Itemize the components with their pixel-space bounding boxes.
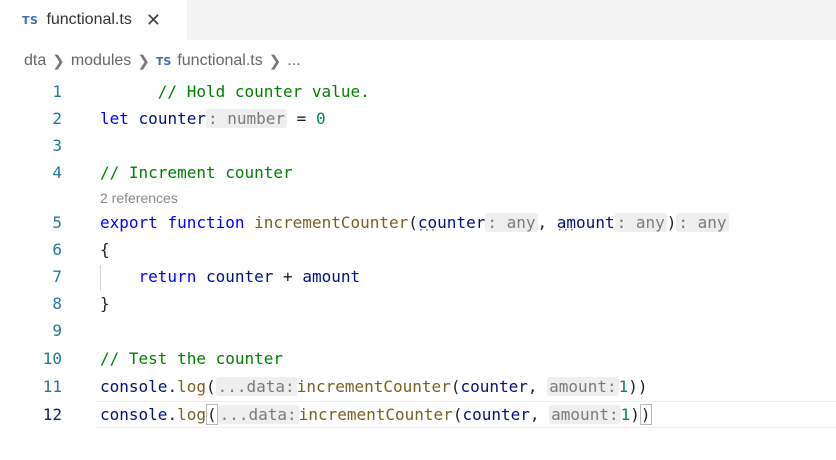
identifier: counter [138,109,206,128]
function-name: incrementCounter [254,213,409,232]
line-number: 7 [52,267,62,286]
parameter: counter [418,213,485,232]
tab-bar: TS functional.ts ✕ [0,0,836,40]
keyword: function [167,213,245,232]
line-number: 11 [42,377,62,396]
line-content: export function incrementCounter(counter… [100,213,729,232]
code-line[interactable]: 4 // Increment counter [0,159,836,186]
identifier: amount [302,267,361,286]
identifier: console [100,405,168,424]
code-line[interactable]: 5 export function incrementCounter(count… [0,209,836,236]
line-content: console.log(...data: incrementCounter(cou… [100,377,648,396]
code-line[interactable]: 2 let counter: number = 0 [0,105,836,132]
line-content: } [100,294,110,313]
line-number: 8 [52,294,62,313]
code-line[interactable]: 3 [0,132,836,159]
code-editor[interactable]: 1 // Hold counter value. 2 let counter: … [0,76,836,460]
line-number: 5 [52,213,62,232]
code-line[interactable]: 10 // Test the counter [0,345,836,372]
operator: = [287,109,316,128]
function-name: incrementCounter [298,405,453,424]
function-name: log [177,377,206,396]
close-icon[interactable]: ✕ [146,11,161,29]
codelens-references[interactable]: 2 references [100,190,178,206]
code-line[interactable]: 11 console.log(...data: incrementCounter(… [0,373,836,400]
line-number: 2 [52,109,62,128]
line-content: return counter + amount [100,267,361,286]
line-content: // Test the counter [100,349,283,368]
line-content: // Increment counter [100,163,293,182]
comment: // Test the counter [100,349,284,368]
line-number: 4 [52,163,62,182]
number-literal: 1 [620,405,631,424]
matched-bracket: ) [639,404,652,425]
line-content: let counter: number = 0 [100,109,326,128]
parameter-hint: amount: [549,405,621,424]
breadcrumb-item-dta[interactable]: dta [24,52,46,70]
comment: // Increment counter [100,163,293,182]
code-line[interactable]: 7 return counter + amount [0,263,836,290]
line-content: console.log(...data: incrementCounter(cou… [100,404,652,425]
tab-functional-ts[interactable]: TS functional.ts ✕ [0,0,187,40]
line-number: 1 [52,82,62,101]
matched-bracket: ( [205,404,218,425]
identifier: counter [205,267,274,286]
keyword: return [138,267,197,286]
return-type-hint: : any [676,213,729,232]
code-line[interactable]: 9 [0,317,836,344]
bracket: { [100,240,110,259]
parameter: amount [557,213,615,232]
function-name: incrementCounter [296,377,451,396]
type-hint: : any [614,213,667,232]
code-line[interactable]: 8 } [0,290,836,317]
identifier: counter [462,405,530,424]
code-line[interactable]: 6 { [0,236,836,263]
parameter-hint: ...data: [217,405,299,424]
number-literal: 0 [315,109,326,128]
function-name: log [177,405,206,424]
chevron-right-icon: ❯ [52,53,65,70]
code-line[interactable]: 1 // Hold counter value. [0,78,836,105]
line-number: 12 [42,405,62,424]
typescript-file-icon: TS [22,13,39,27]
code-line-current[interactable]: 12 console.log(...data: incrementCounter(… [0,401,836,428]
type-hint: : number [205,109,288,128]
identifier: counter [460,377,528,396]
line-content: { [100,240,110,259]
type-hint: : any [485,213,538,232]
line-number: 3 [52,136,62,155]
line-number: 9 [52,321,62,340]
tab-title: functional.ts [46,11,132,28]
parameter-hint: ...data: [215,377,297,396]
identifier: console [100,377,168,396]
operator: + [273,267,303,286]
line-number: 6 [52,240,62,259]
line-number: 10 [42,349,62,368]
number-literal: 1 [618,377,629,396]
keyword: export [100,213,158,232]
keyword: let [100,109,129,128]
parameter-hint: amount: [547,377,619,396]
bracket: } [100,294,110,313]
comment: // Hold counter value. [157,82,370,101]
